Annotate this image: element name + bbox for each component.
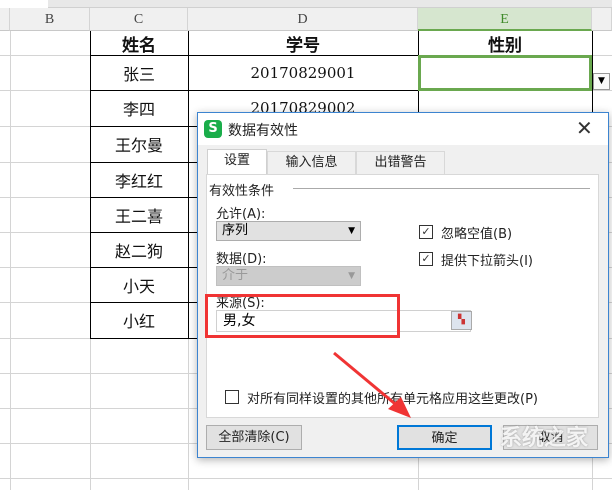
red-arrow-annotation bbox=[333, 351, 411, 418]
watermark: 系统之家 bbox=[500, 426, 589, 451]
